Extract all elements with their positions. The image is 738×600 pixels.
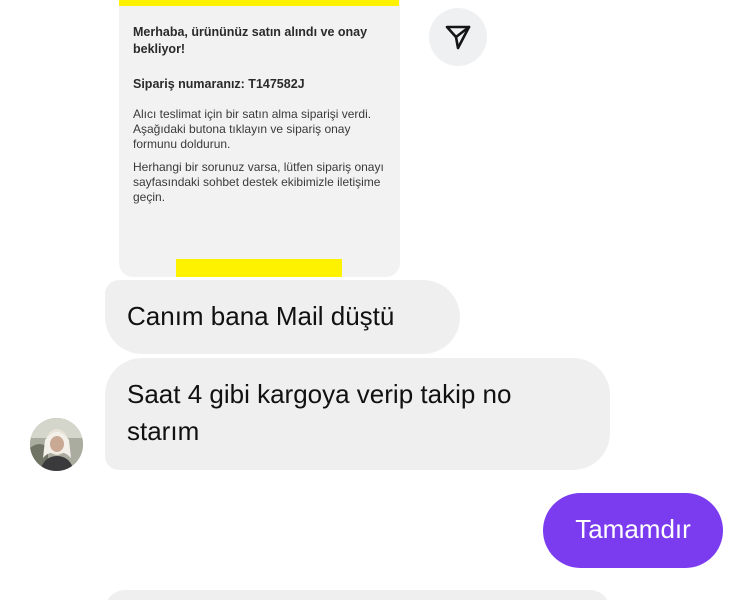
- send-icon: [445, 25, 471, 50]
- incoming-message[interactable]: Saat 4 gibi kargoya verip takip no starı…: [105, 358, 610, 470]
- incoming-message-partial[interactable]: [105, 590, 610, 600]
- share-button[interactable]: [429, 8, 487, 66]
- order-number: Sipariş numaranız: T147582J: [133, 77, 305, 91]
- shared-email-card[interactable]: Merhaba, ürününüz satın alındı ve onay b…: [119, 0, 400, 277]
- user-avatar-icon: [30, 418, 83, 471]
- outgoing-message[interactable]: Tamamdır: [543, 493, 723, 568]
- confirm-order-button[interactable]: [176, 259, 342, 277]
- card-paragraph-2: Herhangi bir sorunuz varsa, lütfen sipar…: [133, 160, 384, 204]
- incoming-message[interactable]: Canım bana Mail düştü: [105, 280, 460, 354]
- sender-avatar[interactable]: [30, 418, 83, 471]
- chat-thread: Merhaba, ürününüz satın alındı ve onay b…: [0, 0, 738, 600]
- card-header-bar: [119, 0, 399, 6]
- card-content: Merhaba, ürününüz satın alındı ve onay b…: [133, 24, 385, 213]
- card-paragraph-1: Alıcı teslimat için bir satın alma sipar…: [133, 107, 372, 151]
- card-greeting: Merhaba, ürününüz satın alındı ve onay b…: [133, 25, 368, 56]
